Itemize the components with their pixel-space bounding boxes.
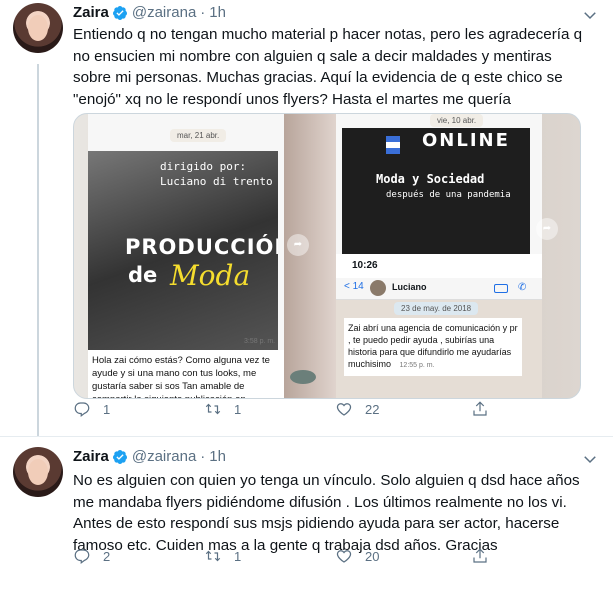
chevron-down-icon[interactable] bbox=[581, 6, 599, 24]
poster-moda: Moda bbox=[170, 259, 251, 292]
heart-icon bbox=[336, 550, 352, 563]
thread-line bbox=[37, 64, 39, 436]
contact-avatar bbox=[370, 280, 386, 296]
verified-badge-icon bbox=[112, 5, 127, 20]
retweet-count: 1 bbox=[234, 548, 242, 564]
reply-count: 2 bbox=[103, 548, 111, 564]
handle[interactable]: @zairana bbox=[132, 448, 196, 465]
message-time: 3:58 p. m. bbox=[244, 338, 276, 345]
status-clock: 10:26 bbox=[352, 260, 378, 271]
tweet-text: Entiendo q no tengan mucho material p ha… bbox=[73, 26, 583, 108]
separator: · bbox=[200, 4, 206, 21]
share-icon bbox=[473, 401, 487, 416]
tweet-2[interactable]: Zaira @zairana · 1h No es alguien con qu… bbox=[0, 437, 613, 591]
like-button[interactable]: 22 bbox=[335, 400, 379, 418]
video-call-icon bbox=[494, 284, 508, 293]
poster-line: dirigido por: bbox=[160, 160, 247, 173]
forward-icon: ➦ bbox=[536, 218, 558, 240]
poster-despues: después de una pandemia bbox=[386, 190, 511, 200]
date-label: vie, 10 abr. bbox=[430, 114, 484, 127]
tweet-text: No es alguien con quien yo tenga un vínc… bbox=[73, 472, 580, 554]
reply-button[interactable]: 1 bbox=[73, 400, 110, 418]
handle[interactable]: @zairana bbox=[132, 4, 196, 21]
online-poster: ONLINE Moda y Sociedad después de una pa… bbox=[342, 128, 530, 254]
display-name[interactable]: Zaira bbox=[73, 448, 109, 465]
poster-de: de bbox=[128, 263, 158, 287]
like-count: 20 bbox=[365, 548, 380, 564]
poster-online: ONLINE bbox=[422, 130, 510, 151]
message-left: Hola zai cómo estás? Como alguna vez te … bbox=[88, 350, 284, 398]
share-button[interactable] bbox=[471, 400, 501, 418]
message-time: 12:55 p. m. bbox=[399, 362, 435, 369]
tweet-media[interactable]: mar, 21 abr. dirigido por: Luciano di tr… bbox=[73, 113, 581, 399]
tweet-header: Zaira @zairana · 1h bbox=[73, 448, 226, 465]
message-right: Zai abrí una agencia de comunicación y p… bbox=[344, 318, 522, 376]
retweet-icon bbox=[205, 550, 221, 562]
reply-count: 1 bbox=[103, 401, 111, 417]
retweet-button[interactable]: 1 bbox=[204, 547, 241, 565]
reply-icon bbox=[74, 402, 90, 417]
reply-icon bbox=[74, 549, 90, 564]
display-name[interactable]: Zaira bbox=[73, 4, 109, 21]
tweet-1[interactable]: Zaira @zairana · 1h Entiendo q no tengan… bbox=[0, 0, 613, 436]
poster-moda-sociedad: Moda y Sociedad bbox=[376, 172, 485, 186]
avatar[interactable] bbox=[13, 447, 63, 497]
poster-title: PRODUCCIÓN bbox=[125, 235, 278, 259]
avatar[interactable] bbox=[13, 3, 63, 53]
chat-area: 23 de may. de 2018 Zai abrí una agencia … bbox=[336, 300, 542, 398]
poster-image: dirigido por: Luciano di trento PRODUCCI… bbox=[88, 151, 278, 351]
forward-icon: ➦ bbox=[287, 234, 309, 256]
separator: · bbox=[200, 448, 206, 465]
retweet-icon bbox=[205, 403, 221, 415]
like-button[interactable]: 20 bbox=[335, 547, 379, 565]
date-label: mar, 21 abr. bbox=[170, 129, 227, 142]
retweet-count: 1 bbox=[234, 401, 242, 417]
poster-line: Luciano di trento bbox=[160, 175, 273, 188]
retweet-button[interactable]: 1 bbox=[204, 400, 241, 418]
heart-icon bbox=[336, 403, 352, 416]
date-label: 23 de may. de 2018 bbox=[394, 302, 479, 315]
ios-chat-screenshot: 10:26 < 14 Luciano ✆ 23 de may. de 2018 … bbox=[336, 254, 542, 398]
back-button: < 14 bbox=[344, 281, 364, 292]
verified-badge-icon bbox=[112, 449, 127, 464]
flag-icon bbox=[386, 136, 400, 154]
timestamp[interactable]: 1h bbox=[209, 4, 226, 21]
reply-button[interactable]: 2 bbox=[73, 547, 110, 565]
like-count: 22 bbox=[365, 401, 380, 417]
eye-detail bbox=[290, 370, 316, 384]
poster-credits: dirigido por: Luciano di trento bbox=[160, 159, 273, 189]
share-icon bbox=[473, 548, 487, 563]
chat-header: < 14 Luciano ✆ bbox=[336, 278, 542, 300]
phone-icon: ✆ bbox=[518, 282, 527, 293]
timestamp[interactable]: 1h bbox=[209, 448, 226, 465]
contact-name: Luciano bbox=[392, 282, 427, 292]
share-button[interactable] bbox=[471, 547, 501, 565]
tweet-header: Zaira @zairana · 1h bbox=[73, 4, 226, 21]
chevron-down-icon[interactable] bbox=[581, 450, 599, 468]
